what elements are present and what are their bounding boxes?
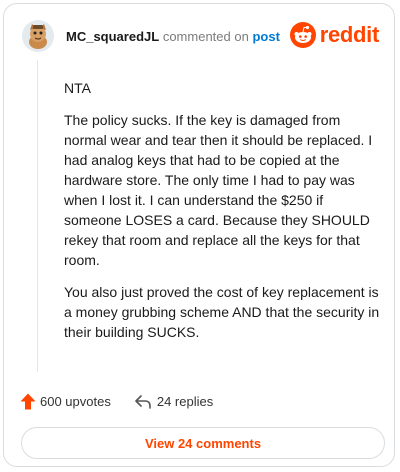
avatar[interactable] bbox=[22, 20, 54, 52]
comment-card: MC_squaredJL commented on post reddit NT… bbox=[3, 3, 395, 467]
reddit-logo[interactable]: reddit bbox=[289, 22, 380, 48]
reddit-alien-icon bbox=[289, 22, 316, 48]
comment-body: NTA The policy sucks. If the key is dama… bbox=[64, 78, 384, 354]
reply-count: 24 replies bbox=[156, 394, 214, 409]
thread-line[interactable] bbox=[37, 60, 38, 372]
commented-on-label: commented on bbox=[162, 29, 249, 44]
comment-actions: 600 upvotes 24 replies bbox=[20, 393, 213, 410]
username-link[interactable]: MC_squaredJL bbox=[66, 29, 159, 44]
upvote-count: 600 upvotes bbox=[40, 394, 111, 409]
comment-paragraph: You also just proved the cost of key rep… bbox=[64, 284, 380, 340]
upvote-button[interactable]: 600 upvotes bbox=[20, 393, 111, 410]
upvote-arrow-icon bbox=[20, 393, 36, 410]
avatar-character-icon bbox=[22, 20, 54, 52]
reddit-wordmark: reddit bbox=[319, 22, 380, 47]
reply-arrow-icon bbox=[135, 394, 151, 409]
comment-header: MC_squaredJL commented on post bbox=[66, 29, 280, 44]
replies-button[interactable]: 24 replies bbox=[135, 394, 213, 409]
comment-paragraph: The policy sucks. If the key is damaged … bbox=[64, 112, 373, 268]
view-comments-button[interactable]: View 24 comments bbox=[21, 427, 385, 459]
post-link[interactable]: post bbox=[252, 29, 279, 44]
comment-paragraph: NTA bbox=[64, 80, 91, 96]
